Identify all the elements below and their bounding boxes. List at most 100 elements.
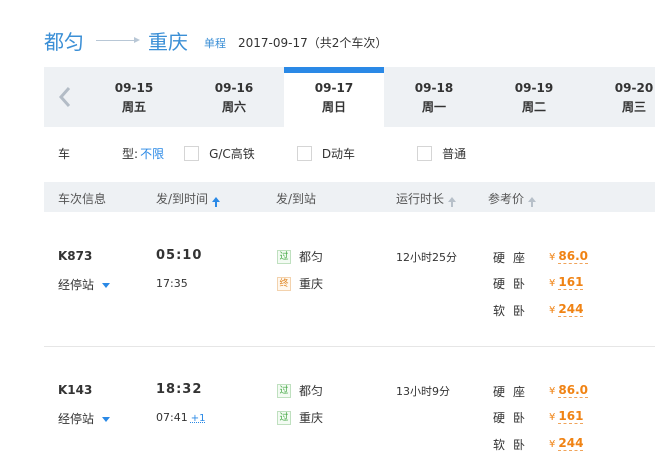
stops-label: 经停站: [58, 278, 95, 292]
header-train-info: 车次信息: [58, 192, 107, 206]
price-value: 244: [558, 436, 584, 451]
duration: 13小时9分: [396, 385, 450, 398]
sort-icon[interactable]: [448, 197, 457, 207]
date-tab-0916[interactable]: 09-16 周六: [184, 67, 284, 127]
sort-icon[interactable]: [528, 197, 537, 207]
trip-type-label: 单程: [204, 37, 226, 50]
weekday-label: 周日: [321, 100, 346, 114]
filter-normal-checkbox[interactable]: 普通: [417, 145, 466, 162]
filter-all-link[interactable]: 不限: [140, 145, 164, 162]
arrival-time-value: 07:41: [156, 411, 188, 424]
weekday-label: 周六: [221, 100, 246, 114]
date-tab-0915[interactable]: 09-15 周五: [84, 67, 184, 127]
pass-badge: 过: [277, 249, 291, 264]
checkbox-label: 普通: [442, 146, 467, 161]
filter-d-checkbox[interactable]: D动车: [296, 145, 356, 162]
trip-summary: 2017-09-17（共2个车次）: [238, 35, 388, 50]
price-value: 161: [558, 409, 584, 424]
arrival-station: 终 重庆: [277, 275, 323, 292]
seat-price[interactable]: ¥244: [549, 436, 584, 451]
stops-label: 经停站: [58, 412, 95, 426]
seat-type: 软卧: [493, 438, 534, 452]
station-name[interactable]: 重庆: [299, 409, 323, 426]
date-tab-0920[interactable]: 09-20 周三: [584, 67, 655, 127]
date-selector: 09-15 周五 09-16 周六 09-17 周日 09-18 周一 09-1…: [44, 67, 655, 127]
price-value: 86.0: [558, 249, 588, 264]
route-header: 都匀 重庆 单程 2017-09-17（共2个车次）: [44, 26, 387, 54]
header-time-sort[interactable]: 发/到时间: [156, 190, 221, 207]
train-number: K873: [58, 249, 93, 263]
table-row: K143 经停站 18:32 07:41 +1 过 都匀 过 重庆 13小时9分 …: [44, 346, 655, 476]
seat-price[interactable]: ¥161: [549, 275, 584, 290]
currency-symbol: ¥: [549, 439, 556, 450]
stops-toggle[interactable]: 经停站: [58, 410, 111, 427]
chevron-down-icon: [102, 417, 111, 422]
price-value: 86.0: [558, 383, 588, 398]
seat-type: 硬卧: [493, 411, 534, 425]
station-name[interactable]: 都匀: [299, 382, 323, 399]
seat-type: 硬座: [493, 385, 534, 399]
date-label: 09-19: [514, 81, 554, 95]
checkbox-icon[interactable]: [184, 145, 200, 161]
terminal-badge: 终: [277, 276, 291, 291]
arrival-time: 17:35: [156, 277, 188, 290]
header-station: 发/到站: [276, 192, 317, 206]
currency-symbol: ¥: [549, 386, 556, 397]
stops-toggle[interactable]: 经停站: [58, 276, 111, 293]
header-duration-label: 运行时长: [396, 192, 445, 206]
chevron-down-icon: [102, 283, 111, 288]
seat-price[interactable]: ¥244: [549, 302, 584, 317]
weekday-label: 周一: [421, 100, 446, 114]
route-arrow-icon: [96, 36, 140, 43]
checkbox-icon[interactable]: [417, 145, 433, 161]
sort-up-icon[interactable]: [212, 197, 221, 207]
date-tab-0918[interactable]: 09-18 周一: [384, 67, 484, 127]
arrival-station: 过 重庆: [277, 409, 323, 426]
departure-station: 过 都匀: [277, 382, 323, 399]
departure-time: 18:32: [156, 382, 203, 397]
station-name[interactable]: 都匀: [299, 248, 323, 265]
table-row: K873 经停站 05:10 17:35 过 都匀 终 重庆 12小时25分 硬…: [44, 212, 655, 342]
header-price-sort[interactable]: 参考价: [488, 190, 537, 207]
to-city: 重庆: [148, 29, 188, 54]
seat-price[interactable]: ¥86.0: [549, 383, 588, 398]
filter-gc-checkbox[interactable]: G/C高铁: [184, 145, 255, 162]
arrival-time: 07:41 +1: [156, 411, 205, 424]
checkbox-icon[interactable]: [296, 145, 312, 161]
date-label: 09-16: [214, 81, 254, 95]
seat-price[interactable]: ¥161: [549, 409, 584, 424]
seat-type: 硬卧: [493, 277, 534, 291]
departure-station: 过 都匀: [277, 248, 323, 265]
filter-label: 型:: [122, 146, 139, 161]
next-day-indicator[interactable]: +1: [191, 413, 206, 424]
date-tab-0919[interactable]: 09-19 周二: [484, 67, 584, 127]
header-time-label: 发/到时间: [156, 192, 209, 206]
departure-time: 05:10: [156, 248, 203, 263]
currency-symbol: ¥: [549, 412, 556, 423]
pass-badge: 过: [277, 410, 291, 425]
checkbox-label: G/C高铁: [209, 146, 255, 161]
header-price-label: 参考价: [488, 192, 525, 206]
header-duration-sort[interactable]: 运行时长: [396, 190, 457, 207]
arrival-time-value: 17:35: [156, 277, 188, 290]
checkbox-label: D动车: [321, 146, 356, 161]
date-tab-0917[interactable]: 09-17 周日: [284, 67, 384, 127]
pass-badge: 过: [277, 383, 291, 398]
duration: 12小时25分: [396, 251, 457, 264]
train-number: K143: [58, 383, 93, 397]
date-label: 09-20: [614, 81, 654, 95]
price-value: 244: [558, 302, 584, 317]
train-type-filter: 车 型: 不限 G/C高铁 D动车 普通: [58, 142, 655, 164]
table-header: 车次信息 发/到时间 发/到站 运行时长 参考价: [44, 182, 655, 212]
date-label: 09-18: [414, 81, 454, 95]
price-value: 161: [558, 275, 584, 290]
seat-price[interactable]: ¥86.0: [549, 249, 588, 264]
seat-type: 硬座: [493, 251, 534, 265]
chevron-left-icon[interactable]: [44, 67, 86, 127]
weekday-label: 周五: [121, 100, 146, 114]
currency-symbol: ¥: [549, 278, 556, 289]
from-city: 都匀: [44, 29, 84, 54]
station-name[interactable]: 重庆: [299, 275, 323, 292]
filter-label: 车: [58, 146, 71, 161]
weekday-label: 周三: [621, 100, 646, 114]
